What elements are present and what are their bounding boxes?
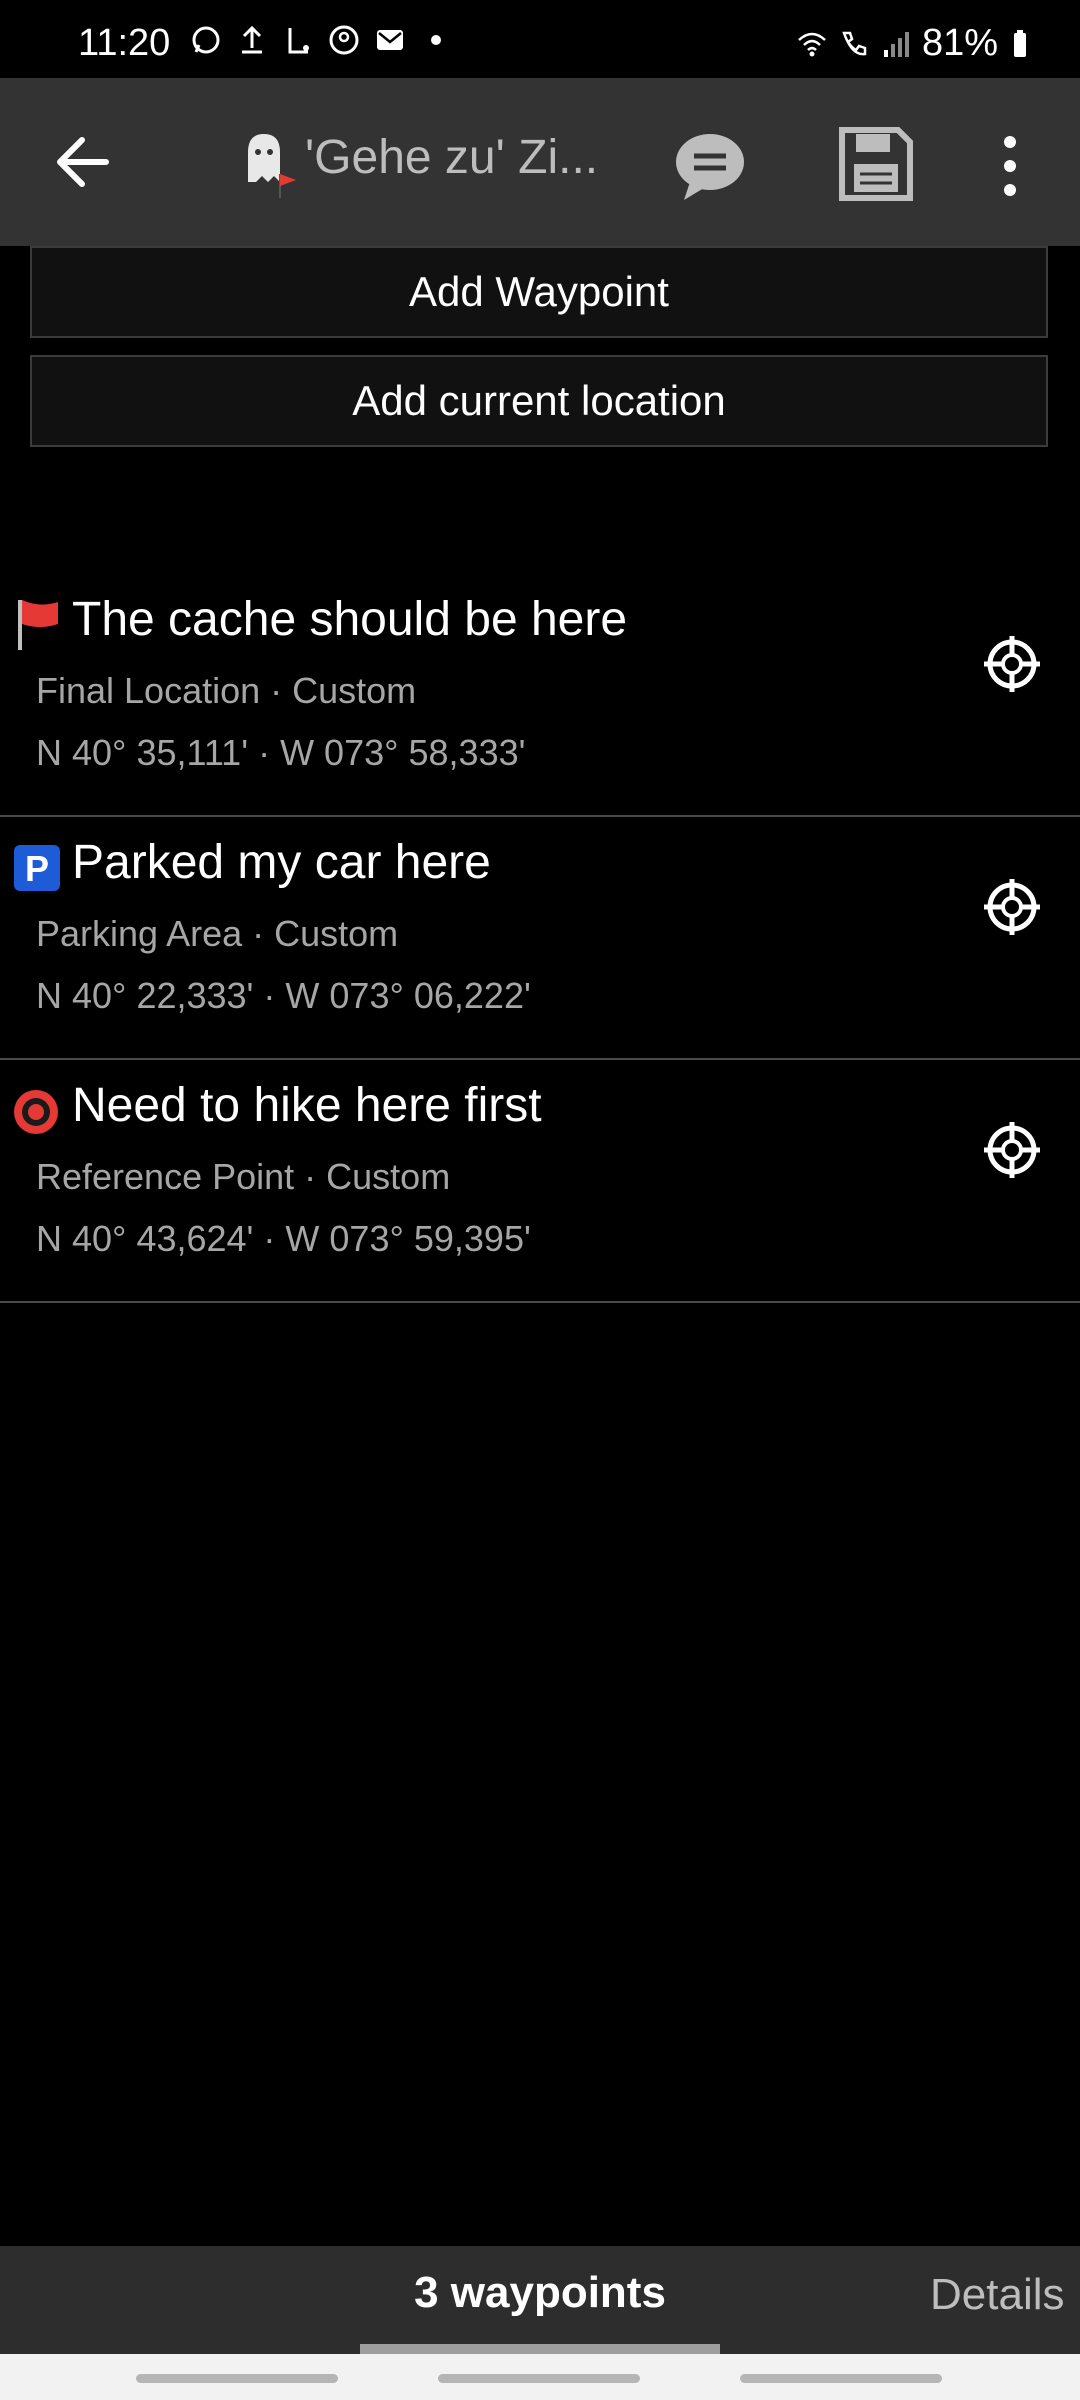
waypoint-item[interactable]: Need to hike here first Reference Point …	[0, 1060, 1080, 1303]
upload-icon	[242, 25, 262, 54]
reference-point-icon	[14, 1090, 58, 1134]
add-current-location-button[interactable]: Add current location	[30, 355, 1048, 447]
wifi-icon	[798, 32, 826, 56]
page-title: 'Gehe zu' Zi...	[305, 131, 595, 184]
log-chat-icon[interactable]	[670, 126, 750, 206]
cache-ghost-icon	[248, 134, 296, 198]
parking-icon: P	[14, 845, 60, 891]
tab-indicator	[360, 2344, 720, 2354]
call-icon	[842, 31, 867, 55]
dot-icon	[431, 35, 441, 45]
battery-percent: 81%	[921, 22, 998, 64]
waypoint-type: Parking Area · Custom	[36, 913, 399, 954]
system-status: 81%	[796, 22, 1040, 65]
signal-icon	[883, 31, 909, 57]
waypoint-name: Need to hike here first	[72, 1079, 542, 1132]
waypoint-item[interactable]: P Parked my car here Parking Area · Cust…	[0, 817, 1080, 1060]
waypoint-coordinates: N 40° 22,333' · W 073° 06,222'	[36, 975, 531, 1016]
nav-back-handle[interactable]	[740, 2374, 942, 2383]
mail-icon	[377, 30, 403, 50]
battery-icon	[1014, 29, 1026, 57]
app-icon	[288, 28, 309, 54]
svg-text:P: P	[25, 848, 49, 889]
final-flag-icon	[18, 600, 58, 650]
nav-home-handle[interactable]	[438, 2374, 640, 2383]
waypoint-name: The cache should be here	[72, 593, 628, 646]
nav-recents-handle[interactable]	[136, 2374, 338, 2383]
app-bar: 'Gehe zu' Zi...	[0, 78, 1080, 246]
add-waypoint-button[interactable]: Add Waypoint	[30, 246, 1048, 338]
back-arrow-icon[interactable]	[48, 124, 124, 200]
tab-waypoints[interactable]: 3 waypoints	[360, 2268, 720, 2318]
notification-icons	[190, 24, 452, 56]
tab-details[interactable]: Details	[930, 2270, 1065, 2320]
system-nav-bar	[0, 2354, 1080, 2400]
navigate-target-icon[interactable]	[982, 634, 1042, 694]
status-bar: 11:20 81%	[0, 0, 1080, 78]
navigate-target-icon[interactable]	[982, 877, 1042, 937]
waypoint-item[interactable]: The cache should be here Final Location …	[0, 574, 1080, 817]
save-icon[interactable]	[836, 124, 916, 204]
navigate-target-icon[interactable]	[982, 1120, 1042, 1180]
waypoint-type: Reference Point · Custom	[36, 1156, 451, 1197]
waypoint-type: Final Location · Custom	[36, 670, 417, 711]
whatsapp-icon	[192, 26, 220, 54]
more-options-icon[interactable]	[990, 126, 1030, 206]
waypoint-name: Parked my car here	[72, 836, 491, 889]
waypoint-coordinates: N 40° 43,624' · W 073° 59,395'	[36, 1218, 531, 1259]
bottom-tab-bar: 3 waypoints Details	[0, 2246, 1080, 2354]
status-time: 11:20	[78, 22, 171, 64]
location-icon	[329, 25, 359, 55]
waypoint-coordinates: N 40° 35,111' · W 073° 58,333'	[36, 732, 526, 773]
